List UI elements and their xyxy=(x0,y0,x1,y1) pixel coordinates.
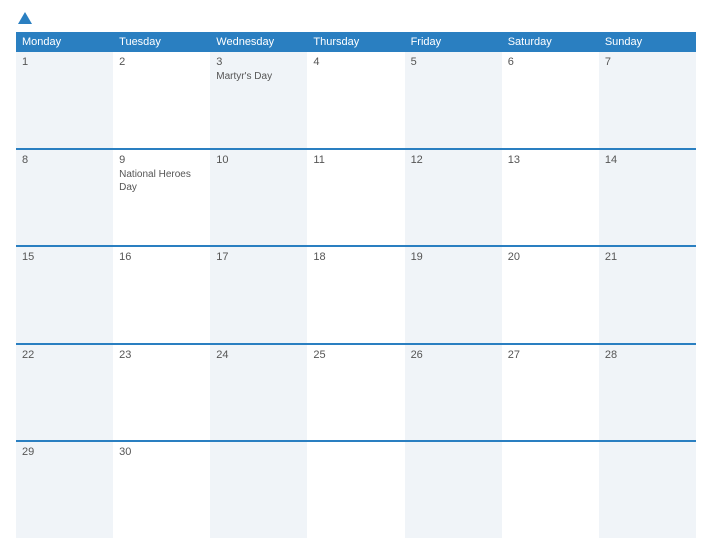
day-cell: 14 xyxy=(599,150,696,246)
day-header: Monday xyxy=(16,32,113,52)
day-header: Tuesday xyxy=(113,32,210,52)
day-header: Sunday xyxy=(599,32,696,52)
day-cell xyxy=(502,442,599,538)
day-cell: 27 xyxy=(502,345,599,441)
page-header xyxy=(16,12,696,26)
day-cell: 13 xyxy=(502,150,599,246)
day-cell: 26 xyxy=(405,345,502,441)
day-number: 7 xyxy=(605,56,690,68)
day-cell: 11 xyxy=(307,150,404,246)
day-number: 27 xyxy=(508,349,593,361)
day-cell: 29 xyxy=(16,442,113,538)
event-label: Martyr's Day xyxy=(216,70,301,83)
day-number: 8 xyxy=(22,154,107,166)
day-cell: 12 xyxy=(405,150,502,246)
day-cell: 30 xyxy=(113,442,210,538)
day-number: 11 xyxy=(313,154,398,166)
calendar-page: MondayTuesdayWednesdayThursdayFridaySatu… xyxy=(0,0,712,550)
day-cell xyxy=(307,442,404,538)
day-cell: 23 xyxy=(113,345,210,441)
day-cell: 28 xyxy=(599,345,696,441)
day-headers-row: MondayTuesdayWednesdayThursdayFridaySatu… xyxy=(16,32,696,52)
day-cell: 7 xyxy=(599,52,696,148)
day-header: Thursday xyxy=(307,32,404,52)
day-cell: 6 xyxy=(502,52,599,148)
day-number: 28 xyxy=(605,349,690,361)
day-number: 23 xyxy=(119,349,204,361)
day-number: 10 xyxy=(216,154,301,166)
day-header: Friday xyxy=(405,32,502,52)
day-number: 22 xyxy=(22,349,107,361)
day-cell xyxy=(599,442,696,538)
week-row: 89 National Heroes Day 10 11 12 13 14 xyxy=(16,150,696,248)
day-number: 12 xyxy=(411,154,496,166)
day-number: 21 xyxy=(605,251,690,263)
day-number: 1 xyxy=(22,56,107,68)
day-header: Saturday xyxy=(502,32,599,52)
day-cell: 3 Martyr's Day xyxy=(210,52,307,148)
day-cell: 16 xyxy=(113,247,210,343)
day-number: 24 xyxy=(216,349,301,361)
logo-triangle-icon xyxy=(18,12,32,24)
day-cell: 19 xyxy=(405,247,502,343)
day-number: 13 xyxy=(508,154,593,166)
logo xyxy=(16,12,32,26)
day-cell: 15 xyxy=(16,247,113,343)
day-cell: 5 xyxy=(405,52,502,148)
day-cell: 17 xyxy=(210,247,307,343)
day-cell: 24 xyxy=(210,345,307,441)
day-cell: 9 National Heroes Day xyxy=(113,150,210,246)
day-cell: 8 xyxy=(16,150,113,246)
day-number: 14 xyxy=(605,154,690,166)
day-number: 16 xyxy=(119,251,204,263)
weeks-container: 123Martyr's Day456789National Heroes Day… xyxy=(16,52,696,538)
day-number: 20 xyxy=(508,251,593,263)
day-number: 19 xyxy=(411,251,496,263)
day-number: 9 xyxy=(119,154,204,166)
day-cell: 20 xyxy=(502,247,599,343)
day-cell: 10 xyxy=(210,150,307,246)
week-row: 15 16 17 18 19 20 21 xyxy=(16,247,696,345)
day-cell: 22 xyxy=(16,345,113,441)
day-cell: 21 xyxy=(599,247,696,343)
week-row: 123 Martyr's Day 4 567 xyxy=(16,52,696,150)
day-cell: 4 xyxy=(307,52,404,148)
day-number: 6 xyxy=(508,56,593,68)
day-number: 26 xyxy=(411,349,496,361)
calendar-grid: MondayTuesdayWednesdayThursdayFridaySatu… xyxy=(16,32,696,538)
day-number: 15 xyxy=(22,251,107,263)
day-header: Wednesday xyxy=(210,32,307,52)
day-cell: 2 xyxy=(113,52,210,148)
week-row: 22 23 24 25 26 27 28 xyxy=(16,345,696,443)
day-cell: 25 xyxy=(307,345,404,441)
day-number: 18 xyxy=(313,251,398,263)
day-number: 3 xyxy=(216,56,301,68)
week-row: 29 30 xyxy=(16,442,696,538)
day-number: 25 xyxy=(313,349,398,361)
day-cell: 18 xyxy=(307,247,404,343)
day-cell: 1 xyxy=(16,52,113,148)
day-number: 4 xyxy=(313,56,398,68)
day-number: 30 xyxy=(119,446,204,458)
day-number: 17 xyxy=(216,251,301,263)
event-label: National Heroes Day xyxy=(119,168,204,194)
day-cell xyxy=(210,442,307,538)
day-number: 29 xyxy=(22,446,107,458)
day-cell xyxy=(405,442,502,538)
day-number: 5 xyxy=(411,56,496,68)
day-number: 2 xyxy=(119,56,204,68)
